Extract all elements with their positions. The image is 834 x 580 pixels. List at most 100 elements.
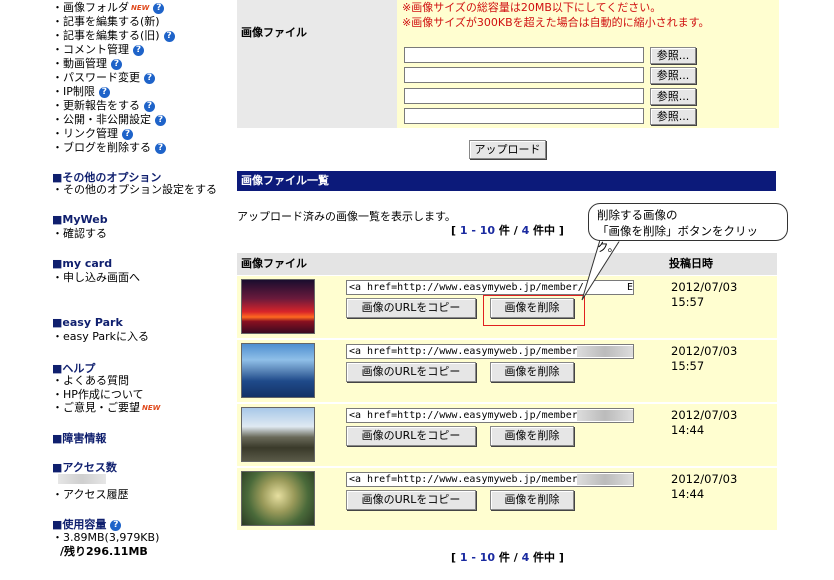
easypark-heading: ■easy Park <box>52 316 123 329</box>
url-text: <a href=http://www.easymyweb.jp/member/ <box>349 410 584 421</box>
feedback-link[interactable]: ・ご意見・ご要望 NEW <box>52 401 160 415</box>
url-field[interactable]: <a href=http://www.easymyweb.jp/member/ <box>346 472 634 487</box>
help-icon[interactable]: ? <box>144 100 155 112</box>
browse-button-1[interactable]: 参照... <box>650 47 696 64</box>
date-cell: 2012/07/03 15:57 <box>665 340 777 402</box>
delete-image-button[interactable]: 画像を削除 <box>490 426 574 446</box>
browse-button-3[interactable]: 参照... <box>650 88 696 105</box>
mycard-heading: ■my card <box>52 257 113 270</box>
thumbnail-cell <box>237 468 340 530</box>
date-cell: 2012/07/03 15:57 <box>665 276 777 338</box>
pager-range: 1 - 10 <box>459 551 496 564</box>
sidebar-item-label: 公開・非公開設定 <box>63 113 151 126</box>
column-header-date: 投稿日時 <box>665 253 777 275</box>
url-field[interactable]: <a href=http://www.easymyweb.jp/member/ <box>346 344 634 359</box>
post-date-time: 14:44 <box>671 487 705 501</box>
thumbnail-cell <box>237 276 340 338</box>
myweb-heading: ■MyWeb <box>52 213 108 226</box>
list-description: アップロード済みの画像一覧を表示します。 <box>237 210 456 223</box>
upload-label-cell: 画像ファイル <box>237 0 397 128</box>
pager-top: [ 1 - 10 件 / 4 件中 ] <box>451 222 564 238</box>
file-input-3[interactable] <box>404 88 644 104</box>
help-icon[interactable]: ? <box>163 30 175 42</box>
pager-unit: 件 / <box>495 551 522 564</box>
browse-button-2[interactable]: 参照... <box>650 67 696 84</box>
post-date-day: 2012/07/03 <box>671 408 738 422</box>
upload-note-total: ※画像サイズの総容量は20MB以下にしてください。 <box>402 1 662 14</box>
upload-label: 画像ファイル <box>241 26 307 39</box>
access-history-link[interactable]: ・アクセス履歴 <box>52 488 128 501</box>
callout-line-1: 削除する画像の <box>597 208 678 222</box>
trouble-heading[interactable]: ■障害情報 <box>52 430 106 446</box>
help-icon[interactable]: ? <box>111 58 122 70</box>
image-thumbnail <box>241 279 315 334</box>
url-cell: <a href=http://www.easymyweb.jp/member/ … <box>340 404 665 466</box>
help-icon[interactable]: ? <box>98 86 110 98</box>
image-thumbnail <box>241 471 315 526</box>
sidebar-item-label: リンク管理 <box>63 127 118 140</box>
sidebar-item-videos[interactable]: ・動画管理? <box>52 57 122 70</box>
faq-link[interactable]: ・よくある質問 <box>52 374 129 387</box>
copy-url-button[interactable]: 画像のURLをコピー <box>346 298 476 318</box>
sidebar-item-label: コメント管理 <box>63 43 129 56</box>
usage-value: ・3.89MB(3,979KB) <box>52 531 160 544</box>
new-badge: NEW <box>131 3 150 12</box>
url-text: <a href=http://www.easymyweb.jp/member/ <box>349 474 584 485</box>
thumbnail-cell <box>237 404 340 466</box>
copy-url-button[interactable]: 画像のURLをコピー <box>346 490 476 510</box>
hp-creation-link[interactable]: ・HP作成について <box>52 388 144 401</box>
date-cell: 2012/07/03 14:44 <box>665 468 777 530</box>
pager-bottom: [ 1 - 10 件 / 4 件中 ] <box>451 549 564 565</box>
sidebar-item-password[interactable]: ・パスワード変更? <box>52 71 155 84</box>
sidebar-item-ip-restrict[interactable]: ・IP制限? <box>52 85 110 98</box>
post-date: 2012/07/03 15:57 <box>671 344 737 374</box>
sidebar-item-label: 記事を編集する(新) <box>63 15 160 28</box>
sidebar-item-delete-blog[interactable]: ・ブログを削除する? <box>52 141 166 154</box>
sidebar-item-visibility[interactable]: ・公開・非公開設定? <box>52 113 166 126</box>
post-date-day: 2012/07/03 <box>671 280 738 294</box>
help-icon[interactable]: ? <box>133 44 144 56</box>
sidebar-item-comments[interactable]: ・コメント管理? <box>52 43 144 56</box>
delete-image-button[interactable]: 画像を削除 <box>490 490 574 510</box>
delete-image-button[interactable]: 画像を削除 <box>490 362 574 382</box>
help-icon[interactable]: ? <box>155 142 166 154</box>
help-icon[interactable]: ? <box>153 2 165 14</box>
usage-remaining: /残り296.11MB <box>60 545 148 558</box>
sidebar-item-update-report[interactable]: ・更新報告をする? <box>52 99 155 112</box>
copy-url-button[interactable]: 画像のURLをコピー <box>346 362 476 382</box>
url-cell: <a href=http://www.easymyweb.jp/member/ … <box>340 468 665 530</box>
post-date-day: 2012/07/03 <box>671 344 738 358</box>
mycard-link[interactable]: ・申し込み画面へ <box>52 271 140 284</box>
options-link[interactable]: ・その他のオプション設定をする <box>52 183 217 196</box>
url-field[interactable]: <a href=http://www.easymyweb.jp/member/ <box>346 408 634 423</box>
help-icon[interactable]: ? <box>122 128 133 140</box>
file-input-1[interactable] <box>404 47 644 63</box>
pager-unit: 件 / <box>495 224 522 237</box>
post-date: 2012/07/03 14:44 <box>671 472 737 502</box>
upload-button[interactable]: アップロード <box>469 140 546 159</box>
thumbnail-cell <box>237 340 340 402</box>
file-input-4[interactable] <box>404 108 644 124</box>
sidebar-item-image-folder[interactable]: ・画像フォルダ NEW? <box>52 1 165 15</box>
sidebar-item-edit-article-new[interactable]: ・記事を編集する(新) <box>52 15 160 28</box>
sidebar-item-label: パスワード変更 <box>63 71 140 84</box>
copy-url-button[interactable]: 画像のURLをコピー <box>346 426 476 446</box>
url-text: <a href=http://www.easymyweb.jp/member/ <box>349 346 584 357</box>
callout-line-2: 「画像を削除」ボタンをクリック。 <box>597 224 758 254</box>
section-title: 画像ファイル一覧 <box>237 171 776 191</box>
image-thumbnail <box>241 343 315 398</box>
feedback-label: ・ご意見・ご要望 <box>52 401 140 414</box>
browse-button-4[interactable]: 参照... <box>650 108 696 125</box>
new-badge: NEW <box>142 403 161 412</box>
sidebar-item-edit-article-old[interactable]: ・記事を編集する(旧)? <box>52 29 175 42</box>
pager-range: 1 - 10 <box>459 224 496 237</box>
sidebar-item-links[interactable]: ・リンク管理? <box>52 127 133 140</box>
easypark-link[interactable]: ・easy Parkに入る <box>52 330 149 343</box>
help-icon[interactable]: ? <box>144 72 155 84</box>
help-icon[interactable]: ? <box>110 519 122 531</box>
usage-heading: ■使用容量? <box>52 516 122 532</box>
file-input-2[interactable] <box>404 67 644 83</box>
usage-heading-label: ■使用容量 <box>52 518 107 531</box>
myweb-link[interactable]: ・確認する <box>52 227 107 240</box>
help-icon[interactable]: ? <box>155 114 166 126</box>
